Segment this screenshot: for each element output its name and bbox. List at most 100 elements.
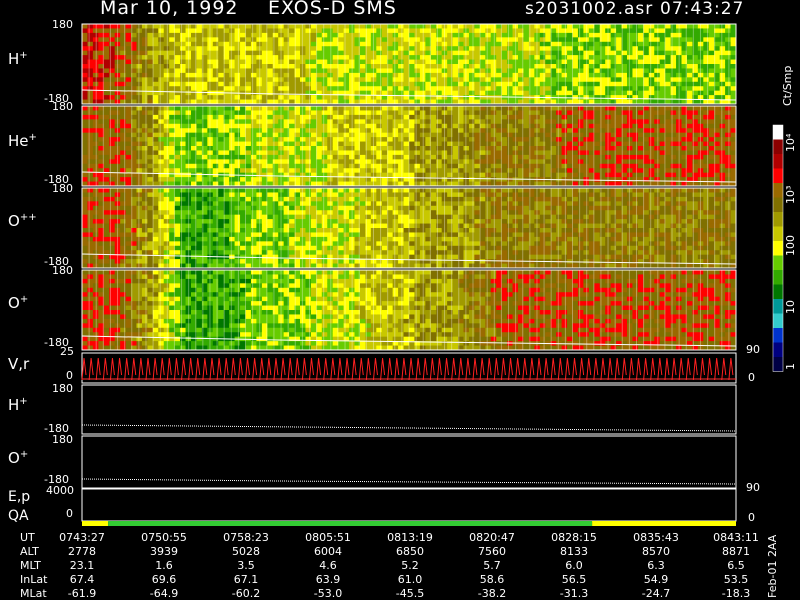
spectrogram-cell [359, 24, 366, 29]
spectrogram-cell [103, 132, 110, 138]
spectrogram-cell [545, 64, 552, 69]
spectrogram-cell [229, 55, 235, 60]
spectrogram-cell [670, 123, 677, 129]
spectrogram-cell [381, 68, 388, 74]
spectrogram-cell [327, 28, 334, 34]
spectrogram-cell [174, 146, 181, 151]
spectrogram-cell [103, 214, 110, 220]
spectrogram-cell [463, 154, 470, 160]
spectrogram-cell [234, 168, 241, 174]
spectrogram-cell [703, 168, 710, 174]
spectrogram-cell [125, 177, 132, 182]
spectrogram-cell [725, 137, 731, 142]
spectrogram-cell [452, 106, 459, 111]
spectrogram-cell [501, 28, 508, 34]
spectrogram-cell [719, 154, 726, 160]
spectrogram-cell [545, 81, 552, 87]
spectrogram-cell [321, 150, 328, 156]
spectrogram-cell [180, 37, 186, 43]
spectrogram-cell [300, 55, 306, 60]
spectrogram-cell [627, 68, 633, 74]
spectrogram-cell [507, 163, 513, 169]
spectrogram-cell [136, 196, 143, 202]
spectrogram-cell [359, 106, 366, 111]
spectrogram-cell [343, 46, 350, 52]
spectrogram-cell [212, 72, 219, 78]
spectrogram-cell [501, 163, 508, 169]
spectrogram-cell [136, 72, 143, 78]
spectrogram-cell [250, 150, 257, 156]
spectrogram-cell [398, 172, 404, 178]
spectrogram-cell [250, 24, 257, 29]
spectrogram-cell [485, 81, 492, 87]
spectrogram-cell [343, 159, 350, 165]
spectrogram-cell [338, 146, 344, 151]
spectrogram-cell [174, 201, 181, 207]
spectrogram-cell [212, 205, 219, 211]
spectrogram-cell [289, 95, 295, 100]
spectrogram-cell [670, 159, 677, 165]
spectrogram-cell [196, 128, 203, 134]
spectrogram-cell [218, 106, 225, 111]
spectrogram-cell [212, 228, 219, 233]
spectrogram-cell [507, 55, 513, 60]
spectrogram-cell [398, 72, 404, 78]
spectrogram-cell [289, 68, 295, 74]
spectrogram-cell [267, 41, 274, 47]
spectrogram-cell [654, 28, 661, 34]
spectrogram-cell [321, 123, 328, 129]
spectrogram-cell [212, 210, 219, 216]
spectrogram-cell [212, 86, 219, 92]
spectrogram-cell [174, 95, 181, 100]
spectrogram-cell [103, 236, 110, 242]
spectrogram-cell [327, 24, 334, 29]
spectrogram-cell [103, 146, 110, 151]
spectrogram-cell [392, 172, 399, 178]
spectrogram-cell [218, 59, 225, 65]
spectrogram-cell [670, 50, 677, 56]
spectrogram-cell [616, 32, 622, 38]
spectrogram-cell [152, 72, 159, 78]
spectrogram-cell [234, 37, 241, 43]
spectrogram-cell [147, 146, 154, 151]
spectrogram-cell [501, 128, 508, 134]
spectrogram-cell [490, 50, 497, 56]
spectrogram-cell [343, 146, 350, 151]
spectrogram-cell [708, 132, 715, 138]
spectrogram-cell [87, 110, 94, 116]
spectrogram-cell [158, 46, 165, 52]
spectrogram-cell [463, 172, 470, 178]
spectrogram-cell [152, 232, 159, 238]
spectrogram-cell [82, 110, 88, 116]
spectrogram-cell [507, 81, 513, 87]
spectrogram-cell [430, 90, 437, 96]
spectrogram-cell [250, 132, 257, 138]
spectrogram-cell [310, 32, 317, 38]
spectrogram-cell [152, 236, 159, 242]
spectrogram-cell [381, 114, 388, 120]
spectrogram-cell [430, 132, 437, 138]
spectrogram-cell [430, 28, 437, 34]
spectrogram-cell [212, 214, 219, 220]
spectrogram-cell [103, 241, 110, 247]
spectrogram-cell [468, 46, 475, 52]
spectrogram-cell [234, 41, 241, 47]
spectrogram-cell [343, 77, 350, 83]
spectrogram-cell [163, 41, 170, 47]
spectrogram-cell [212, 119, 219, 125]
spectrogram-cell [463, 95, 470, 100]
spectrogram-cell [719, 95, 726, 100]
spectrogram-cell [196, 210, 203, 216]
spectrogram-cell [670, 114, 677, 120]
spectrogram-cell [87, 77, 94, 83]
spectrogram-cell [321, 132, 328, 138]
spectrogram-cell [594, 86, 601, 92]
spectrogram-cell [594, 77, 601, 83]
spectrogram-cell [703, 141, 710, 147]
spectrogram-cell [725, 132, 731, 138]
spectrogram-cell [359, 77, 366, 83]
spectrogram-cell [686, 37, 693, 43]
spectrogram-cell [485, 86, 492, 92]
spectrogram-cell [507, 41, 513, 47]
spectrogram-cell [479, 163, 486, 169]
